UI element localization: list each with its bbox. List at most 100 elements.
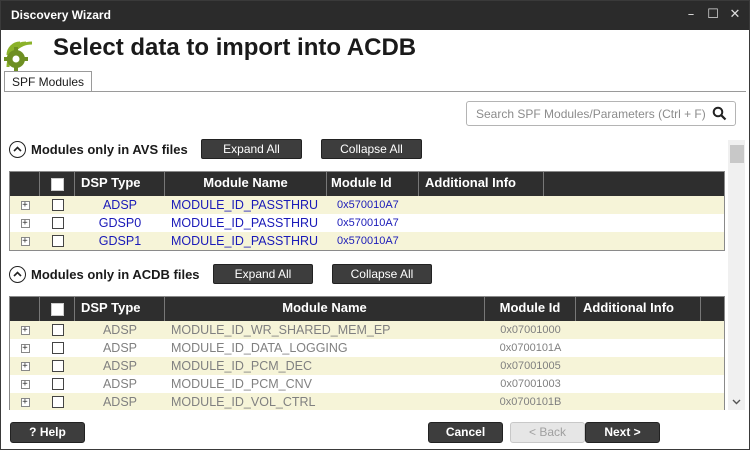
col-additional-info[interactable]: Additional Info [576,297,701,321]
cell-module-id: 0x0700101B [499,396,562,408]
search-icon[interactable] [712,106,727,121]
expand-plus-icon[interactable]: + [20,397,30,407]
col-additional-info[interactable]: Additional Info [419,172,544,196]
title-bar: Discovery Wizard – ☐ ✕ [1,1,749,30]
minimize-icon[interactable]: – [683,7,699,23]
back-button[interactable]: < Back [510,422,585,443]
row-expander[interactable]: + [10,321,40,339]
search-box[interactable] [466,101,736,126]
table-row[interactable]: + ADSP MODULE_ID_VOL_CTRL 0x0700101B [10,393,724,410]
table-header: DSP Type Module Name Module Id Additiona… [10,297,724,321]
col-module-name[interactable]: Module Name [165,297,485,321]
discovery-wizard-window: Discovery Wizard – ☐ ✕ Select data to im… [0,0,750,450]
acdb-collapse-all-button[interactable]: Collapse All [332,264,432,284]
row-expander[interactable]: + [10,196,40,214]
tab-divider [4,91,746,92]
row-checkbox[interactable] [51,378,64,390]
row-checkbox[interactable] [51,217,64,229]
cell-module-id: 0x570010A7 [337,199,399,211]
expander-header [10,172,40,196]
cell-additional-info [419,214,544,232]
tab-spf-modules[interactable]: SPF Modules [4,71,93,92]
table-row[interactable]: + ADSP MODULE_ID_PASSTHRU 0x570010A7 [10,196,724,214]
window-title: Discovery Wizard [11,8,111,22]
row-expander[interactable]: + [10,375,40,393]
col-dsp-type[interactable]: DSP Type [75,172,165,196]
table-row[interactable]: + ADSP MODULE_ID_DATA_LOGGING 0x0700101A [10,339,724,357]
next-button[interactable]: Next > [585,422,660,443]
row-expander[interactable]: + [10,357,40,375]
cell-dsp-type: ADSP [102,198,138,212]
cell-module-name: MODULE_ID_DATA_LOGGING [171,341,348,355]
cell-module-id: 0x570010A7 [337,217,399,229]
row-expander[interactable]: + [10,232,40,250]
cell-module-id: 0x0700101A [499,342,562,354]
avs-section-title: Modules only in AVS files [31,141,188,157]
scrollbar-thumb[interactable] [730,145,744,163]
acdb-section-header: Modules only in ACDB files [9,263,200,285]
avs-modules-table: DSP Type Module Name Module Id Additiona… [9,171,725,251]
cell-module-name: MODULE_ID_PCM_CNV [171,377,313,391]
select-all-checkbox[interactable] [50,302,64,316]
row-checkbox[interactable] [51,360,64,372]
expand-plus-icon[interactable]: + [20,218,30,228]
cell-module-name: MODULE_ID_VOL_CTRL [171,395,316,409]
cell-module-name: MODULE_ID_PASSTHRU [171,198,319,212]
header-filler [701,297,724,321]
avs-expand-all-button[interactable]: Expand All [201,139,302,159]
collapse-section-icon[interactable] [9,140,26,158]
cell-dsp-type: GDSP0 [98,216,142,230]
row-expander[interactable]: + [10,393,40,410]
col-module-id[interactable]: Module Id [485,297,576,321]
cell-additional-info [576,321,701,339]
cell-additional-info [576,375,701,393]
maximize-icon[interactable]: ☐ [705,7,721,23]
row-checkbox[interactable] [51,235,64,247]
cell-additional-info [576,357,701,375]
close-icon[interactable]: ✕ [727,7,743,23]
acdb-modules-table: DSP Type Module Name Module Id Additiona… [9,296,725,410]
expand-plus-icon[interactable]: + [20,200,30,210]
row-checkbox[interactable] [51,324,64,336]
cell-dsp-type: ADSP [102,395,138,409]
help-button[interactable]: ? Help [10,422,85,443]
cell-module-name: MODULE_ID_PCM_DEC [171,359,313,373]
vertical-scrollbar[interactable] [728,140,745,410]
row-expander[interactable]: + [10,214,40,232]
collapse-section-icon[interactable] [9,265,26,283]
row-expander[interactable]: + [10,339,40,357]
cell-dsp-type: ADSP [102,359,138,373]
cancel-button[interactable]: Cancel [428,422,503,443]
acdb-section-title: Modules only in ACDB files [31,266,200,282]
cell-module-name: MODULE_ID_PASSTHRU [171,234,319,248]
acdb-expand-all-button[interactable]: Expand All [213,264,313,284]
table-row[interactable]: + GDSP1 MODULE_ID_PASSTHRU 0x570010A7 [10,232,724,250]
table-row[interactable]: + ADSP MODULE_ID_WR_SHARED_MEM_EP 0x0700… [10,321,724,339]
table-row[interactable]: + ADSP MODULE_ID_PCM_CNV 0x07001003 [10,375,724,393]
select-all-cell [40,172,75,196]
row-checkbox[interactable] [51,199,64,211]
cell-module-id: 0x07001003 [500,378,561,390]
col-module-name[interactable]: Module Name [165,172,327,196]
expand-plus-icon[interactable]: + [20,343,30,353]
expand-plus-icon[interactable]: + [20,379,30,389]
scroll-down-icon[interactable] [732,397,741,406]
table-row[interactable]: + ADSP MODULE_ID_PCM_DEC 0x07001005 [10,357,724,375]
cell-dsp-type: ADSP [102,341,138,355]
col-dsp-type[interactable]: DSP Type [75,297,165,321]
row-checkbox[interactable] [51,396,64,408]
cell-module-id: 0x570010A7 [337,235,399,247]
select-all-checkbox[interactable] [50,177,64,191]
expand-plus-icon[interactable]: + [20,325,30,335]
search-input[interactable] [476,105,710,123]
expand-plus-icon[interactable]: + [20,361,30,371]
header-filler [544,172,724,196]
expand-plus-icon[interactable]: + [20,236,30,246]
avs-collapse-all-button[interactable]: Collapse All [321,139,422,159]
cell-dsp-type: ADSP [102,377,138,391]
table-row[interactable]: + GDSP0 MODULE_ID_PASSTHRU 0x570010A7 [10,214,724,232]
col-module-id[interactable]: Module Id [327,172,419,196]
cell-additional-info [419,196,544,214]
cell-module-id: 0x07001000 [500,324,561,336]
row-checkbox[interactable] [51,342,64,354]
